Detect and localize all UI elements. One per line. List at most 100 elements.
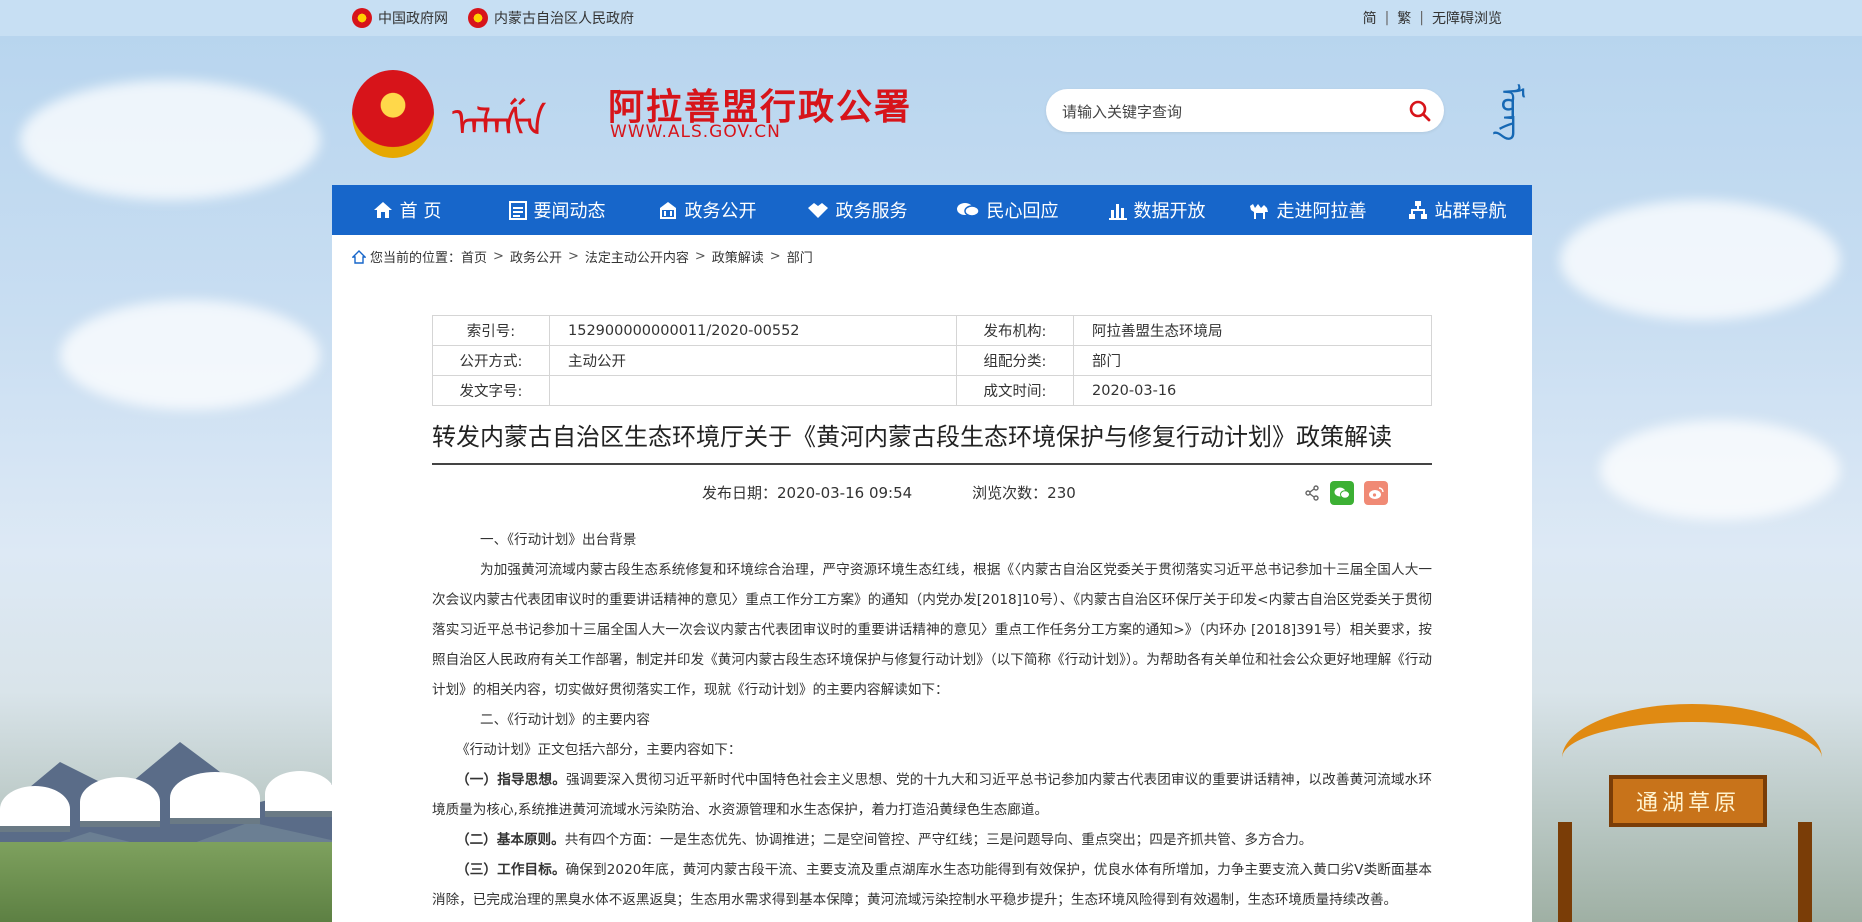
traditional-chinese-link[interactable]: 繁 xyxy=(1397,8,1411,28)
nav-gov-services[interactable]: 政务服务 xyxy=(782,185,932,235)
nav-news[interactable]: 要闻动态 xyxy=(482,185,632,235)
share-bar xyxy=(1304,481,1388,505)
article-paragraph: 二、《行动计划》的主要内容 xyxy=(480,712,650,728)
grassland xyxy=(0,842,340,922)
meta-row: 公开方式: 主动公开 组配分类: 部门 xyxy=(432,345,1432,376)
breadcrumb-separator: > xyxy=(567,249,579,264)
paragraph-heading: （二）基本原则。 xyxy=(456,832,565,848)
building-icon xyxy=(659,202,676,219)
yurt xyxy=(0,786,70,832)
article-paragraph: （三）工作目标。确保到2020年底，黄河内蒙古段干流、主要支流及重点湖库水生态功… xyxy=(432,855,1432,915)
handshake-icon xyxy=(807,203,828,218)
yurt xyxy=(265,771,335,817)
article-info: 发布日期：2020-03-16 09:54 浏览次数：230 xyxy=(702,482,1084,503)
wechat-share-button[interactable] xyxy=(1330,481,1354,505)
article-paragraph: 一、《行动计划》出台背景 xyxy=(480,532,637,548)
link-china-gov-label: 中国政府网 xyxy=(378,11,448,27)
article-paragraph: 为加强黄河流域内蒙古段生态系统修复和环境综合治理，严守资源环境生态红线，根据《〈… xyxy=(432,562,1432,698)
nav-news-label: 要闻动态 xyxy=(533,201,606,222)
nav-home-label: 首 页 xyxy=(399,201,442,222)
category-value: 部门 xyxy=(1073,345,1432,376)
yurt xyxy=(80,777,160,827)
nav-about-alxa[interactable]: 走进阿拉善 xyxy=(1232,185,1382,235)
document-meta-table: 索引号: 152900000000011/2020-00552 发布机构: 阿拉… xyxy=(432,315,1432,406)
weibo-icon xyxy=(1369,487,1384,499)
news-icon xyxy=(508,201,527,220)
index-value: 152900000000011/2020-00552 xyxy=(549,315,957,346)
article-paragraph: 《行动计划》正文包括六部分，主要内容如下： xyxy=(456,742,742,758)
meta-row: 发文字号: 成文时间: 2020-03-16 xyxy=(432,375,1432,406)
national-emblem-logo xyxy=(352,70,434,158)
method-value: 主动公开 xyxy=(549,345,957,376)
gate-sign: 通湖草原 xyxy=(1609,775,1767,827)
site-url: WWW.ALS.GOV.CN xyxy=(610,122,781,142)
link-nmg-gov[interactable]: 内蒙古自治区人民政府 xyxy=(468,8,634,28)
meta-row: 索引号: 152900000000011/2020-00552 发布机构: 阿拉… xyxy=(432,315,1432,346)
separator: | xyxy=(1419,10,1424,26)
wechat-icon xyxy=(1334,487,1350,499)
date-label: 成文时间: xyxy=(956,375,1074,406)
yurt xyxy=(170,772,260,824)
accessibility-link[interactable]: 无障碍浏览 xyxy=(1432,8,1502,28)
main-nav: 首 页 要闻动态 政务公开 政务服务 民心回应 数据开放 走进阿拉善 站群导航 xyxy=(332,185,1532,235)
breadcrumb: 您当前的位置： 首页 > 政务公开 > 法定主动公开内容 > 政策解读 > 部门 xyxy=(352,247,813,266)
simplified-chinese-link[interactable]: 简 xyxy=(1363,8,1377,28)
nav-public-response-label: 民心回应 xyxy=(986,201,1059,222)
search-box xyxy=(1046,89,1444,134)
date-value: 2020-03-16 xyxy=(1073,375,1432,406)
docno-value xyxy=(549,375,957,406)
nav-about-alxa-label: 走进阿拉善 xyxy=(1276,201,1367,222)
breadcrumb-prefix: 您当前的位置： xyxy=(370,251,462,266)
nav-gov-affairs[interactable]: 政务公开 xyxy=(632,185,782,235)
breadcrumb-home[interactable]: 首页 xyxy=(461,247,487,266)
sitemap-icon xyxy=(1408,201,1427,219)
nav-open-data-label: 数据开放 xyxy=(1133,201,1206,222)
content-panel: 您当前的位置： 首页 > 政务公开 > 法定主动公开内容 > 政策解读 > 部门… xyxy=(332,235,1532,922)
share-icon[interactable] xyxy=(1304,485,1320,501)
gate-post xyxy=(1798,822,1812,922)
cloud xyxy=(60,300,320,410)
breadcrumb-gov-affairs[interactable]: 政务公开 xyxy=(510,247,562,266)
home-icon xyxy=(373,202,392,218)
paragraph-heading: （三）工作目标。 xyxy=(456,862,566,878)
link-china-gov[interactable]: 中国政府网 xyxy=(352,8,448,28)
link-nmg-gov-label: 内蒙古自治区人民政府 xyxy=(494,11,634,27)
breadcrumb-separator: > xyxy=(694,249,706,264)
separator: | xyxy=(1384,10,1390,26)
paragraph-heading: （一）指导思想。 xyxy=(456,772,566,788)
national-emblem-icon xyxy=(352,8,372,28)
breadcrumb-policy[interactable]: 政策解读 xyxy=(712,247,764,266)
national-emblem-icon xyxy=(468,8,488,28)
breadcrumb-separator: > xyxy=(493,249,504,264)
publish-date: 发布日期：2020-03-16 09:54 xyxy=(702,484,913,502)
title-divider xyxy=(432,463,1432,465)
camel-icon xyxy=(1249,204,1268,219)
nav-gov-affairs-label: 政务公开 xyxy=(684,201,757,222)
breadcrumb-separator: > xyxy=(769,249,781,264)
search-input[interactable] xyxy=(1060,89,1394,134)
breadcrumb-department[interactable]: 部门 xyxy=(787,247,813,266)
weibo-share-button[interactable] xyxy=(1364,481,1388,505)
method-label: 公开方式: xyxy=(432,345,550,376)
paragraph-text: 确保到2020年底，黄河内蒙古段干流、主要支流及重点湖库水生态功能得到有效保护，… xyxy=(432,862,1433,908)
nav-site-group[interactable]: 站群导航 xyxy=(1382,185,1532,235)
gate-post xyxy=(1558,822,1572,922)
nav-home[interactable]: 首 页 xyxy=(332,185,482,235)
nav-open-data[interactable]: 数据开放 xyxy=(1082,185,1232,235)
mongolian-version-link[interactable]: ᠮᠣᠩ xyxy=(1484,84,1530,141)
publisher-value: 阿拉善盟生态环境局 xyxy=(1073,315,1432,346)
article-paragraph: （二）基本原则。共有四个方面：一是生态优先、协调推进；二是空间管控、严守红线；三… xyxy=(432,825,1432,855)
docno-label: 发文字号: xyxy=(432,375,550,406)
index-label: 索引号: xyxy=(432,315,550,346)
breadcrumb-disclosure[interactable]: 法定主动公开内容 xyxy=(585,247,689,266)
search-icon[interactable] xyxy=(1408,99,1432,123)
publisher-label: 发布机构: xyxy=(956,315,1074,346)
nav-public-response[interactable]: 民心回应 xyxy=(932,185,1082,235)
article-paragraph: （一）指导思想。强调要深入贯彻习近平新时代中国特色社会主义思想、党的十九大和习近… xyxy=(432,765,1432,825)
chat-bubble-icon xyxy=(956,203,980,217)
nav-site-group-label: 站群导航 xyxy=(1434,201,1507,222)
nav-gov-services-label: 政务服务 xyxy=(835,201,908,222)
paragraph-text: 强调要深入贯彻习近平新时代中国特色社会主义思想、党的十九大和习近平总书记参加内蒙… xyxy=(432,772,1433,818)
cloud xyxy=(1560,200,1840,320)
article-title: 转发内蒙古自治区生态环境厅关于《黄河内蒙古段生态环境保护与修复行动计划》政策解读 xyxy=(432,423,1392,451)
